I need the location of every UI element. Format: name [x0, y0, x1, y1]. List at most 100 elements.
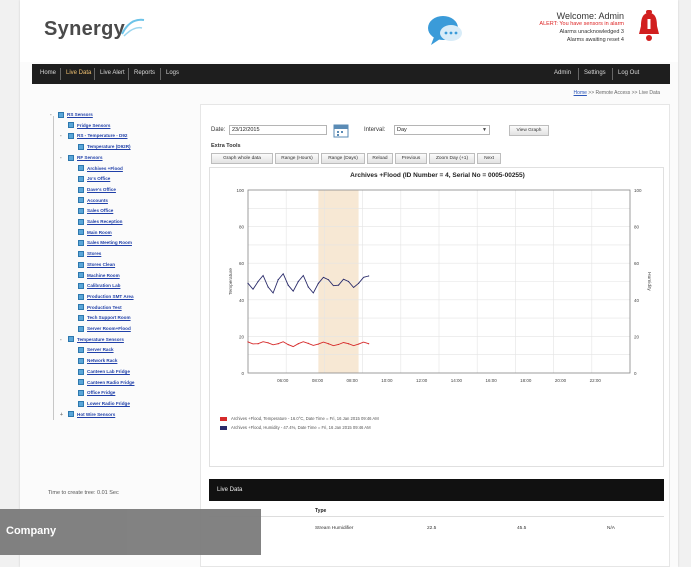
series-point-0 [247, 341, 249, 343]
chart-panel: Archives +Flood (ID Number = 4, Serial N… [209, 167, 664, 467]
nav-settings[interactable]: Settings [584, 70, 606, 76]
tree-node[interactable]: Machine Room [70, 271, 120, 280]
tree-node[interactable]: Tech Support Room [70, 313, 131, 322]
tree-node[interactable]: Production SMT Area [70, 292, 134, 301]
tree-node-label: Accounts [87, 197, 108, 203]
sensor-icon [78, 304, 84, 311]
sensor-icon [78, 282, 84, 289]
tree-node[interactable]: Canteen Radio Fridge [70, 378, 134, 387]
alarm-bell-icon[interactable] [636, 10, 662, 44]
y-axis-label-right: Humidity [646, 272, 652, 291]
nav-home[interactable]: Home [40, 70, 56, 76]
live-header-type: Type [315, 508, 327, 514]
next-button[interactable]: Next [477, 153, 501, 164]
breadcrumb-home-link[interactable]: Home [574, 90, 587, 96]
tree-node[interactable]: Server Room+Flood [70, 324, 131, 333]
tree-node-label: Archives +Flood [87, 165, 123, 171]
nav-live-alert[interactable]: Live Alert [100, 70, 125, 76]
y-left-tick-label: 100 [236, 188, 244, 193]
sensor-icon [78, 208, 84, 215]
range-days-button[interactable]: Range (Days) [321, 153, 365, 164]
tree-node[interactable]: - RS Sensors [50, 110, 93, 119]
y-right-tick-label: 20 [634, 334, 640, 339]
tree-node[interactable]: Office Fridge [70, 388, 115, 397]
tree-node[interactable]: Server Rack [70, 345, 114, 354]
tree-node[interactable]: Fridge Sensors [60, 121, 110, 130]
expand-toggle-icon[interactable]: - [60, 336, 66, 345]
nav-separator [160, 68, 161, 80]
tree-node[interactable]: Dave's Office [70, 185, 116, 194]
x-tick-label: 22:00 [590, 378, 602, 383]
nav-reports[interactable]: Reports [134, 70, 155, 76]
series-point-0 [368, 343, 370, 345]
tree-node[interactable]: Sales Meeting Room [70, 238, 132, 247]
nav-separator [612, 68, 613, 80]
series-point-1 [267, 286, 269, 288]
series-point-1 [368, 275, 370, 277]
zoom-day-button[interactable]: Zoom Day (+1) [429, 153, 475, 164]
date-label: Date: [211, 127, 226, 133]
nav-live-data[interactable]: Live Data [66, 70, 91, 76]
tree-node[interactable]: Calibration Lab [70, 281, 120, 290]
view-graph-button[interactable]: View Graph [509, 125, 549, 136]
date-input[interactable]: 23/12/2015 [229, 125, 327, 135]
sensor-icon [78, 240, 84, 247]
tree-node[interactable]: Stores [70, 249, 101, 258]
series-point-1 [317, 282, 319, 284]
expand-toggle-icon[interactable]: - [60, 132, 66, 141]
series-point-0 [327, 343, 330, 345]
chat-bubbles-icon[interactable] [426, 13, 464, 47]
previous-button[interactable]: Previous [395, 153, 427, 164]
tree-node[interactable]: Lower Radio Fridge [70, 399, 130, 408]
interval-label: Interval: [364, 127, 386, 133]
nav-logout[interactable]: Log Out [618, 70, 639, 76]
alert-text[interactable]: ALERT: You have sensors in alarm [539, 20, 624, 28]
tree-node-label: Main Room [87, 229, 112, 235]
legend-temperature: Archives +Flood, Temperature - 16.0°C, D… [220, 416, 379, 421]
live-cell-type: Stream Humidifier [315, 526, 354, 531]
tree-node[interactable]: Network Rack [70, 356, 117, 365]
y-left-tick-label: 20 [239, 334, 245, 339]
page: Synergy Welcome: Admin ALERT: You have s… [0, 0, 691, 567]
sensor-icon [78, 400, 84, 407]
sensor-icon [58, 111, 64, 118]
expand-toggle-icon[interactable]: - [60, 154, 66, 163]
chart-svg[interactable]: 100 80 60 40 20 0 100 80 60 40 20 0 06:00 08:00 08:00 1… [210, 168, 665, 468]
tree-node[interactable]: Archives +Flood [70, 164, 123, 173]
tree-node[interactable]: Main Room [70, 228, 112, 237]
x-tick-label: 16:00 [485, 378, 497, 383]
sensor-icon [78, 379, 84, 386]
nav-admin[interactable]: Admin [554, 70, 571, 76]
tree-node[interactable]: Accounts [70, 196, 108, 205]
nav-logs[interactable]: Logs [166, 70, 179, 76]
calendar-icon[interactable] [333, 122, 349, 138]
sensor-icon [68, 336, 74, 343]
welcome-text: Welcome: Admin [556, 11, 624, 21]
range-hours-button[interactable]: Range (Hours) [275, 153, 319, 164]
series-point-1 [287, 284, 289, 286]
graph-whole-data-button[interactable]: Graph whole data [211, 153, 273, 164]
sensor-icon [78, 229, 84, 236]
tree-node[interactable]: Sales Office [70, 206, 113, 215]
company-caption-text: Company [6, 525, 57, 537]
series-point-1 [277, 279, 279, 281]
tree-node[interactable]: Sales Reception [70, 217, 123, 226]
tree-node[interactable]: Production Test [70, 303, 122, 312]
y-right-tick-label: 40 [634, 298, 640, 303]
tree-node-label: RS - Temperature - D92 [77, 133, 128, 139]
expand-toggle-icon[interactable]: + [60, 411, 66, 420]
tree-node[interactable]: Stores Clean [70, 260, 115, 269]
tree-node[interactable]: - RS - Temperature - D92 [60, 131, 127, 140]
tree-node[interactable]: Canteen Lab Fridge [70, 367, 130, 376]
y-left-tick-label: 40 [239, 298, 245, 303]
tree-node[interactable]: - Temperature Sensors [60, 335, 124, 344]
sensor-icon [78, 272, 84, 279]
company-caption-overlay: Company [0, 509, 261, 555]
tree-node[interactable]: Temperature (D92R) [70, 142, 131, 151]
series-point-0 [277, 343, 279, 345]
tree-node[interactable]: Jo's Office [70, 174, 110, 183]
reload-button[interactable]: Reload [367, 153, 393, 164]
interval-select[interactable]: Day ▼ [394, 125, 490, 135]
tree-node[interactable]: - RF Sensors [60, 153, 103, 162]
tree-node[interactable]: + Hot Wire Sensors [60, 410, 115, 419]
